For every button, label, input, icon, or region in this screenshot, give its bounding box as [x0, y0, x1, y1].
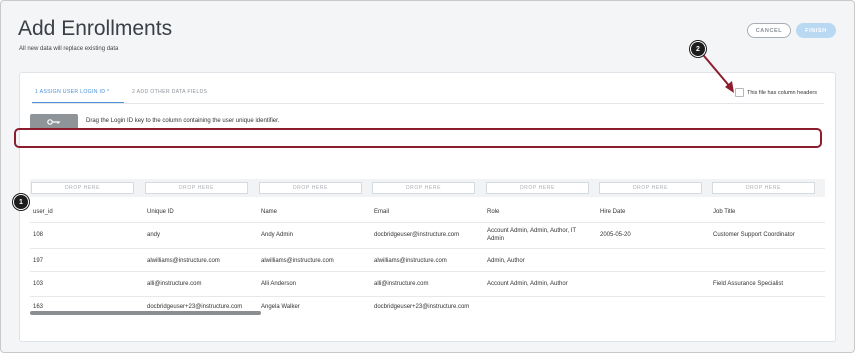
- table-cell: docbridgeuser@instructure.com: [374, 232, 460, 238]
- drop-zone[interactable]: DROP HERE: [259, 182, 362, 194]
- tab-add-other-data-fields[interactable]: 2 ADD OTHER DATA FIELDS: [132, 89, 207, 95]
- column-headers-label: This file has column headers: [747, 90, 818, 96]
- drop-zone[interactable]: DROP HERE: [31, 182, 134, 194]
- tab-divider: [32, 103, 824, 104]
- key-icon: [47, 118, 60, 125]
- column-header-row: user_id Unique ID Name Email Role Hire D…: [30, 203, 825, 220]
- table-cell: docbridgeuser+23@instructure.com: [147, 304, 243, 310]
- horizontal-scrollbar[interactable]: [30, 311, 261, 315]
- instruction-text: Drag the Login ID key to the column cont…: [86, 118, 280, 124]
- table-cell: 2005-05-20: [600, 232, 631, 238]
- drop-zone[interactable]: DROP HERE: [712, 182, 815, 194]
- column-header[interactable]: Name: [261, 208, 277, 216]
- table-cell: alli@instructure.com: [147, 281, 202, 287]
- data-grid: DROP HERE DROP HERE DROP HERE DROP HERE …: [30, 179, 825, 325]
- drop-zone[interactable]: DROP HERE: [372, 182, 475, 194]
- drop-zone-row: DROP HERE DROP HERE DROP HERE DROP HERE …: [30, 179, 825, 197]
- table-cell: docbridgeuser+23@instructure.com: [374, 304, 470, 310]
- table-cell: 197: [33, 258, 44, 264]
- tab-assign-user-login-id[interactable]: 1 ASSIGN USER LOGIN ID *: [35, 89, 109, 95]
- drop-zone[interactable]: DROP HERE: [599, 182, 702, 194]
- table-row: 103 alli@instructure.com Alli Anderson a…: [30, 271, 825, 296]
- table-cell: 103: [33, 281, 44, 287]
- column-header[interactable]: Hire Date: [600, 208, 625, 216]
- cancel-button[interactable]: CANCEL: [747, 23, 791, 38]
- finish-button[interactable]: FINISH: [796, 23, 836, 38]
- column-header[interactable]: Unique ID: [147, 208, 174, 216]
- drop-zone[interactable]: DROP HERE: [486, 182, 589, 194]
- enrollment-panel: 1 ASSIGN USER LOGIN ID * 2 ADD OTHER DAT…: [19, 72, 836, 342]
- table-cell: Andy Admin: [261, 232, 294, 238]
- table-cell: andy: [147, 232, 161, 238]
- page-subtitle: All new data will replace existing data: [19, 46, 119, 52]
- login-id-key-button[interactable]: [30, 114, 78, 129]
- table-cell: Customer Support Coordinator: [713, 232, 795, 238]
- active-tab-indicator: [32, 102, 124, 103]
- table-cell: 108: [33, 232, 44, 238]
- app-window: Add Enrollments All new data will replac…: [0, 0, 855, 353]
- column-header[interactable]: user_id: [33, 208, 53, 216]
- table-cell: Field Assurance Specialist: [713, 281, 784, 287]
- table-cell: alli@instructure.com: [374, 281, 429, 287]
- table-cell: Account Admin, Admin, Author: [487, 281, 568, 287]
- table-cell: alwilliams@instructure.com: [147, 258, 220, 264]
- table-row: 197 alwilliams@instructure.com alwilliam…: [30, 248, 825, 271]
- table-cell: Account Admin, Admin, Author, IT Admin: [487, 228, 576, 242]
- column-header[interactable]: Role: [487, 208, 499, 216]
- callout-badge-2: 2: [690, 41, 706, 57]
- table-row: 108 andy Andy Admin docbridgeuser@instru…: [30, 222, 825, 248]
- page-title: Add Enrollments: [18, 17, 173, 40]
- callout-badge-1: 1: [13, 194, 29, 210]
- table-cell: Admin, Author: [487, 258, 525, 264]
- column-header[interactable]: Email: [374, 208, 389, 216]
- table-cell: alwilliams@instructure.com: [374, 258, 447, 264]
- table-cell: Angela Walker: [261, 304, 300, 310]
- column-header[interactable]: Job Title: [713, 208, 735, 216]
- drop-zone[interactable]: DROP HERE: [145, 182, 248, 194]
- table-cell: alwilliams@instructure.com: [261, 258, 334, 264]
- table-cell: 163: [33, 304, 44, 310]
- table-cell: Alli Anderson: [261, 281, 297, 287]
- header-row-highlight: [14, 128, 822, 148]
